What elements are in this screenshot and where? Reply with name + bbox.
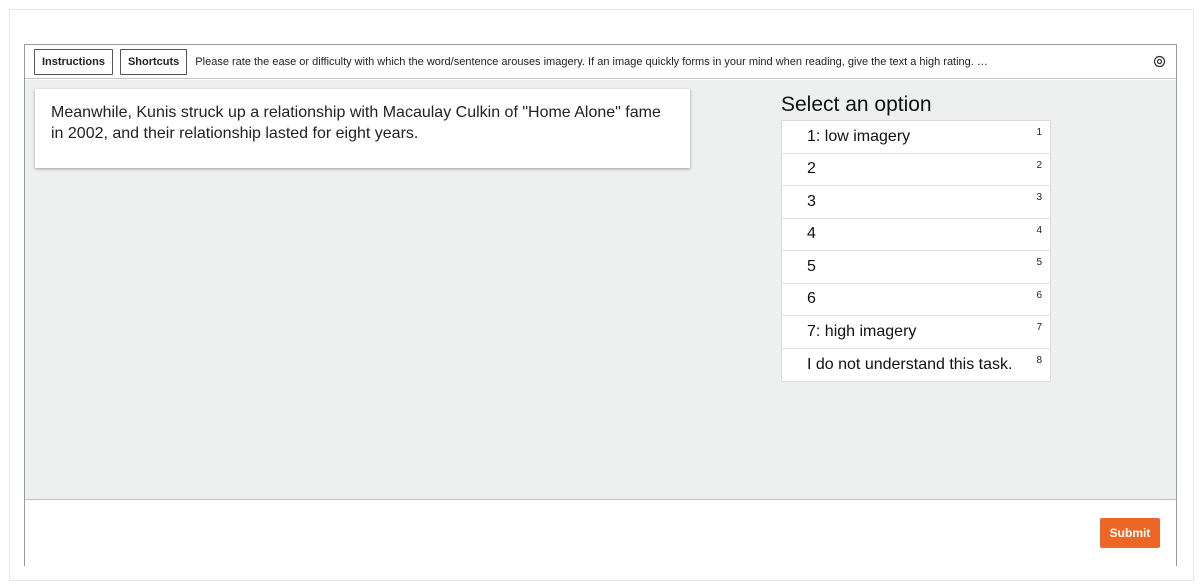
submit-button[interactable]: Submit — [1100, 518, 1160, 548]
shortcuts-button[interactable]: Shortcuts — [119, 48, 188, 75]
option-hotkey: 1 — [1036, 127, 1042, 138]
task-text-card: Meanwhile, Kunis struck up a relationshi… — [35, 89, 690, 168]
option-label: 7: high imagery — [807, 322, 917, 340]
option-6[interactable]: 6 6 — [782, 283, 1050, 316]
option-hotkey: 4 — [1036, 224, 1042, 236]
options-panel: Select an option 1: low imagery 1 2 2 3 … — [781, 80, 1051, 382]
workspace: Meanwhile, Kunis struck up a relationshi… — [25, 80, 1176, 500]
toolbar: Instructions Shortcuts Please rate the e… — [25, 45, 1176, 79]
option-label: 2 — [807, 160, 816, 178]
footer: Submit — [25, 501, 1176, 566]
option-3[interactable]: 3 3 — [782, 186, 1050, 219]
option-7[interactable]: 7: high imagery 7 — [782, 316, 1050, 349]
option-hotkey: 7 — [1036, 322, 1042, 333]
option-label: 3 — [807, 192, 816, 210]
option-label: 5 — [807, 257, 816, 275]
option-label: 6 — [807, 290, 816, 308]
option-5[interactable]: 5 5 — [782, 251, 1050, 284]
option-hotkey: 3 — [1036, 192, 1042, 203]
option-4[interactable]: 4 4 — [782, 218, 1050, 251]
option-hotkey: 5 — [1036, 257, 1042, 268]
option-2[interactable]: 2 2 — [782, 153, 1050, 186]
option-label: 4 — [807, 225, 816, 243]
settings-icon[interactable] — [1153, 55, 1166, 68]
instructions-button[interactable]: Instructions — [34, 48, 113, 75]
options-list: 1: low imagery 1 2 2 3 3 4 4 5 5 6 6 7: … — [781, 120, 1051, 382]
option-hotkey: 6 — [1036, 289, 1042, 301]
option-label: I do not understand this task. — [807, 355, 1013, 373]
option-hotkey: 8 — [1036, 354, 1042, 366]
task-text: Meanwhile, Kunis struck up a relationshi… — [51, 104, 661, 142]
task-frame: Instructions Shortcuts Please rate the e… — [24, 44, 1177, 566]
option-hotkey: 2 — [1036, 159, 1042, 171]
option-1[interactable]: 1: low imagery 1 — [782, 121, 1050, 154]
option-8[interactable]: I do not understand this task. 8 — [782, 348, 1050, 381]
option-label: 1: low imagery — [807, 127, 911, 145]
options-title: Select an option — [781, 93, 932, 116]
instructions-summary: Please rate the ease or difficulty with … — [195, 55, 988, 68]
